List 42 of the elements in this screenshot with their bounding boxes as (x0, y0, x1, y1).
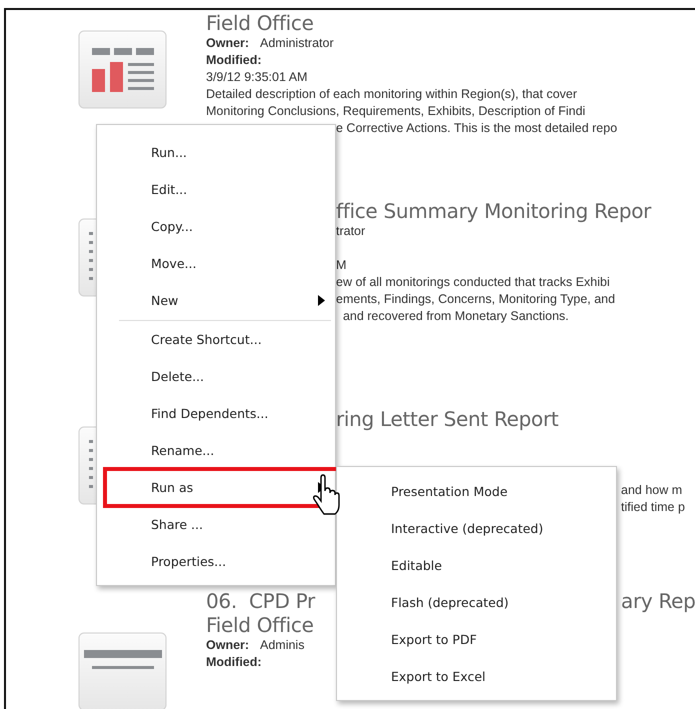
menu-item[interactable]: Edit... (97, 171, 335, 208)
description-text: e Corrective Actions. This is the most detailed repo (336, 120, 618, 137)
menu-item[interactable]: Run... (97, 134, 335, 171)
owner-name: trator (336, 223, 366, 240)
menu-item[interactable]: Copy... (97, 208, 335, 245)
description-text: and recovered from Monetary Sanctions. (342, 308, 570, 326)
menu-item[interactable]: Find Dependents... (97, 395, 335, 432)
menu-item[interactable]: Export to Excel (337, 658, 616, 695)
field-label: Owner: (206, 35, 250, 52)
menu-item[interactable]: Editable (337, 547, 616, 584)
report-title[interactable]: ffice Summary Monitoring Repor (336, 199, 695, 224)
menu-item[interactable]: Create Shortcut... (97, 321, 335, 358)
submenu-arrow-icon (318, 295, 325, 306)
modified-date: 3/9/12 9:35:01 AM (206, 69, 308, 86)
report-icon[interactable] (78, 30, 168, 110)
menu-item[interactable]: Move... (97, 245, 335, 282)
menu-item[interactable]: Properties... (97, 543, 335, 580)
description-text: tified time p (621, 499, 686, 516)
field-label: Owner: (206, 637, 250, 654)
report-title[interactable]: Field Office (206, 613, 314, 638)
field-label: Modified: (206, 52, 262, 69)
field-label: Modified: (206, 654, 262, 672)
description-text: Detailed description of each monitoring within Region(s), that cover (206, 86, 578, 103)
report-title[interactable]: ring Letter Sent Report (336, 407, 695, 432)
owner-name: Adminis (260, 637, 304, 654)
menu-item[interactable]: Interactive (deprecated) (337, 510, 616, 547)
description-text: and how m (621, 482, 684, 500)
menu-item[interactable]: Export to PDF (337, 621, 616, 658)
description-text: ements, Findings, Concerns, Monitoring Type, and (336, 291, 616, 308)
report-title[interactable]: 06. CPD Pr (206, 589, 315, 614)
description-text: ew of all monitorings conducted that tracks Exhibi (336, 274, 611, 292)
description-text: Monitoring Conclusions, Requirements, Exhibits, Description of Findi (206, 103, 586, 120)
report-icon[interactable] (78, 632, 168, 709)
menu-item[interactable]: New (97, 282, 335, 319)
owner-name: Administrator (260, 35, 334, 52)
menu-item[interactable]: Flash (deprecated) (337, 584, 616, 621)
report-title[interactable]: ary Rep (621, 589, 695, 614)
menu-item[interactable]: Delete... (97, 358, 335, 395)
menu-item[interactable]: Rename... (97, 432, 335, 469)
menu-item[interactable]: Share ... (97, 506, 335, 543)
report-title[interactable]: Field Office (206, 11, 314, 35)
modified-date: M (336, 257, 348, 274)
